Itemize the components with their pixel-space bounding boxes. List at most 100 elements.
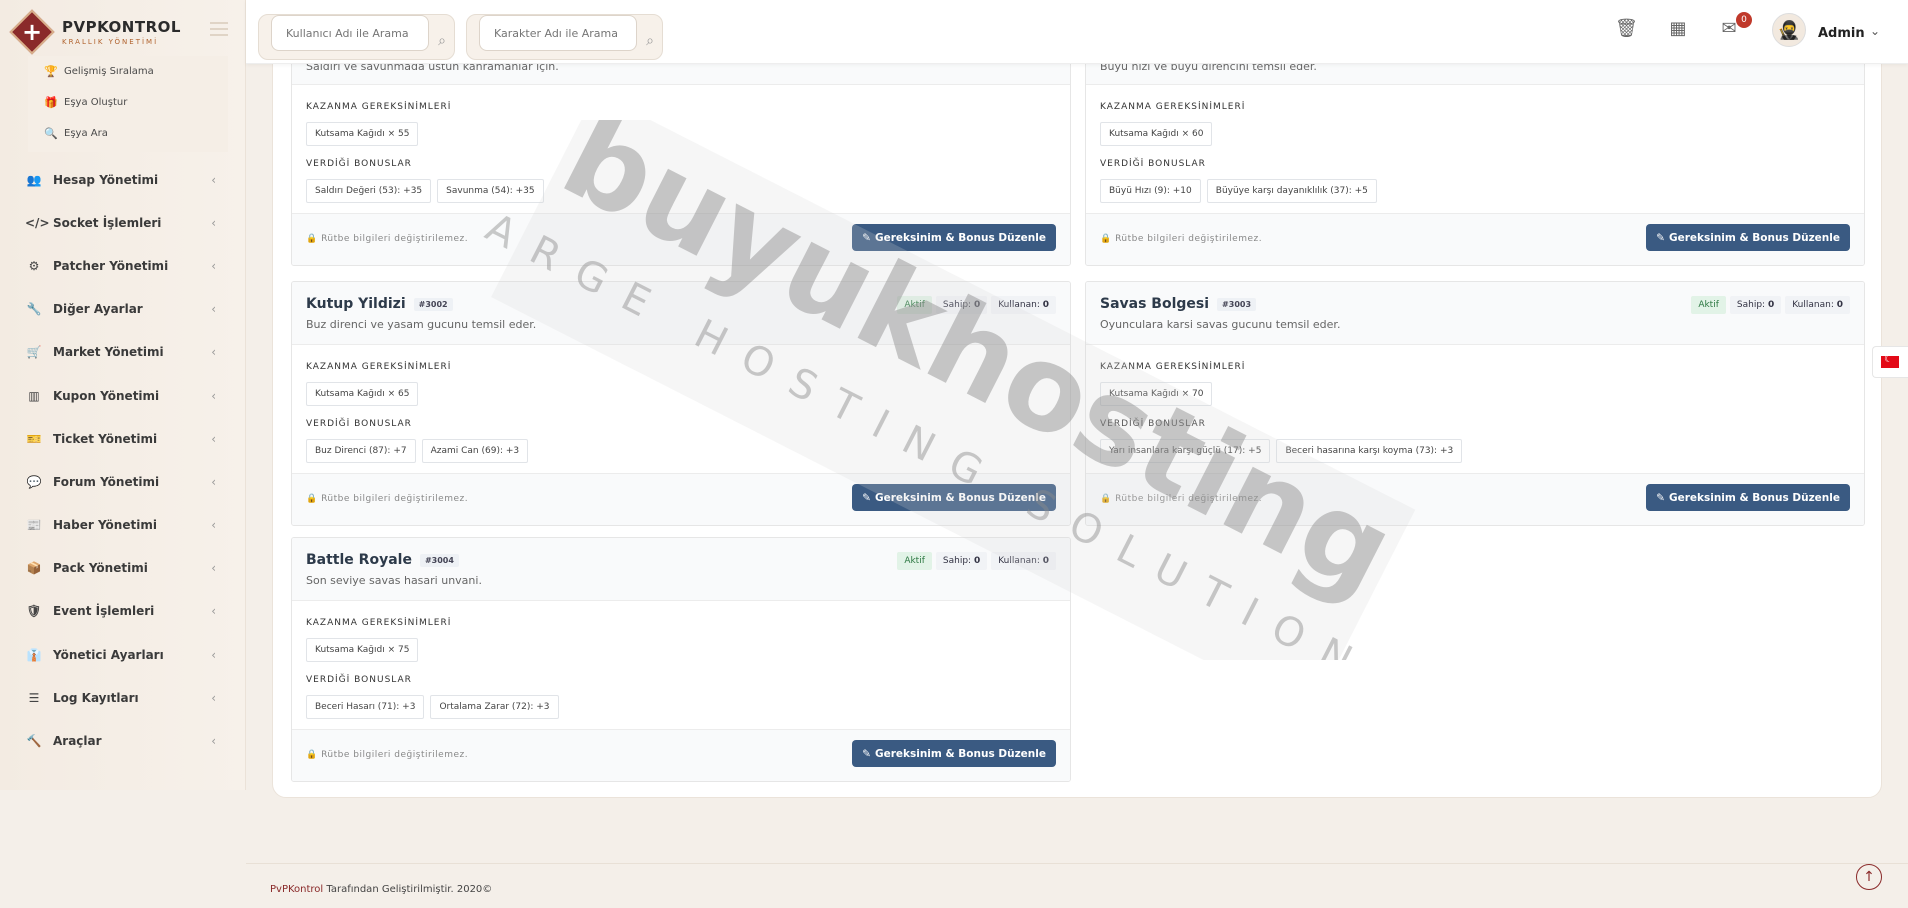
language-switcher[interactable] bbox=[1872, 346, 1908, 378]
character-search: ⌕ bbox=[466, 14, 663, 60]
card-description: Buz direnci ve yasam gucunu temsil eder. bbox=[306, 318, 537, 331]
avatar[interactable]: 🥷 bbox=[1772, 13, 1806, 47]
sidebar: + PVPKONTROL KRALLIK YÖNETİMİ 🏆 Gelişmiş… bbox=[0, 0, 246, 790]
requirement-tag: Kutsama Kağıdı × 70 bbox=[1100, 382, 1213, 406]
search-icon[interactable]: ⌕ bbox=[438, 33, 446, 49]
card-description: Son seviye savas hasari unvani. bbox=[306, 574, 482, 587]
card-footer: 🔒 Rütbe bilgileri değiştirilemez. ✎ Gere… bbox=[292, 473, 1070, 525]
edit-requirements-button[interactable]: ✎ Gereksinim & Bonus Düzenle bbox=[852, 224, 1056, 251]
nav-item-pack[interactable]: 📦 Pack Yönetimi ‹ bbox=[0, 547, 246, 590]
requirements-label: KAZANMA GEREKSİNİMLERİ bbox=[306, 618, 452, 628]
user-search-input[interactable] bbox=[271, 15, 429, 51]
code-icon: </> bbox=[25, 215, 50, 230]
card-header: Savas Bolgesi #3003 Oyunculara karsi sava… bbox=[1086, 282, 1864, 345]
nav-item-ticket[interactable]: 🎫 Ticket Yönetimi ‹ bbox=[0, 417, 246, 460]
nav-item-kupon[interactable]: ▥ Kupon Yönetimi ‹ bbox=[0, 374, 246, 417]
bonus-tag: Büyüye karşı dayanıklılık (37): +5 bbox=[1206, 179, 1377, 203]
card-footer: 🔒 Rütbe bilgileri değiştirilemez. ✎ Gere… bbox=[292, 213, 1070, 265]
card-id-badge: #3004 bbox=[419, 553, 459, 567]
nav-item-label: Log Kayıtları bbox=[53, 690, 139, 705]
bonus-tag: Azami Can (69): +3 bbox=[421, 439, 529, 463]
chevron-left-icon: ‹ bbox=[211, 172, 216, 187]
pack-icon: 📦 bbox=[26, 561, 42, 576]
nav-item-araclar[interactable]: 🔨 Araçlar ‹ bbox=[0, 719, 246, 762]
trophy-icon: 🏆 bbox=[44, 65, 58, 78]
barcode-icon: ▥ bbox=[28, 388, 40, 403]
subnav-item-siralama[interactable]: 🏆 Gelişmiş Sıralama bbox=[28, 56, 228, 87]
edit-requirements-button[interactable]: ✎ Gereksinim & Bonus Düzenle bbox=[852, 484, 1056, 511]
main-panel: Saldırı ve savunmada üstün kahramanlar i… bbox=[272, 21, 1882, 798]
nav-item-label: Market Yönetimi bbox=[53, 345, 164, 360]
card-header: Kutup Yildizi #3002 Buz direnci ve yasam … bbox=[292, 282, 1070, 345]
nav-item-label: Patcher Yönetimi bbox=[53, 258, 169, 273]
nav-item-event[interactable]: 🛡 Event İşlemleri ‹ bbox=[0, 590, 246, 633]
turkey-flag-icon bbox=[1881, 354, 1899, 368]
bonuses-list: Beceri Hasarı (71): +3 Ortalama Zarar (7… bbox=[306, 695, 559, 719]
nav-item-label: Forum Yönetimi bbox=[53, 474, 160, 489]
chevron-left-icon: ‹ bbox=[211, 215, 216, 230]
scroll-top-button[interactable]: ↑ bbox=[1856, 864, 1882, 890]
tools-icon: 🔨 bbox=[26, 734, 42, 749]
character-search-input[interactable] bbox=[479, 15, 637, 51]
top-header: ⌕ ⌕ 🗑 ▦ ✉ bbox=[246, 0, 1908, 64]
chevron-left-icon: ‹ bbox=[211, 388, 216, 403]
nav-item-label: Pack Yönetimi bbox=[53, 561, 148, 576]
nav-item-socket[interactable]: </> Socket İşlemleri ‹ bbox=[0, 201, 246, 244]
user-count: Kullanan: 0 bbox=[1785, 296, 1850, 314]
requirement-tag: Kutsama Kağıdı × 55 bbox=[306, 122, 419, 146]
user-count: Kullanan: 0 bbox=[991, 552, 1056, 570]
calendar-icon[interactable]: ▦ bbox=[1667, 18, 1689, 39]
requirements-list: Kutsama Kağıdı × 70 bbox=[1100, 382, 1213, 406]
requirements-label: KAZANMA GEREKSİNİMLERİ bbox=[306, 102, 452, 112]
nav-item-label: Diğer Ayarlar bbox=[53, 302, 143, 317]
edit-requirements-button[interactable]: ✎ Gereksinim & Bonus Düzenle bbox=[1646, 484, 1850, 511]
edit-requirements-button[interactable]: ✎ Gereksinim & Bonus Düzenle bbox=[852, 740, 1056, 767]
bonuses-label: VERDİĞİ BONUSLAR bbox=[306, 675, 412, 685]
requirements-label: KAZANMA GEREKSİNİMLERİ bbox=[1100, 102, 1246, 112]
search-icon[interactable]: ⌕ bbox=[646, 33, 654, 49]
nav-item-log[interactable]: ☰ Log Kayıtları ‹ bbox=[0, 676, 246, 719]
search-icon: 🔍 bbox=[44, 127, 58, 140]
chevron-left-icon: ‹ bbox=[211, 690, 216, 705]
owner-count: Sahip: 0 bbox=[935, 296, 988, 314]
user-tie-icon: 👔 bbox=[26, 647, 42, 662]
footer-brand[interactable]: PvPKontrol bbox=[270, 884, 323, 895]
nav-item-diger[interactable]: 🔧 Diğer Ayarlar ‹ bbox=[0, 288, 246, 331]
card-description: Oyunculara karsi savas gucunu temsil ede… bbox=[1100, 318, 1341, 331]
nav-item-forum[interactable]: 💬 Forum Yönetimi ‹ bbox=[0, 460, 246, 503]
chevron-down-icon[interactable]: ⌄ bbox=[1870, 24, 1880, 38]
nav-item-market[interactable]: 🛒 Market Yönetimi ‹ bbox=[0, 331, 246, 374]
subnav-item-esya-ara[interactable]: 🔍 Eşya Ara bbox=[28, 118, 228, 149]
chevron-left-icon: ‹ bbox=[211, 345, 216, 360]
subnav-item-label: Eşya Oluştur bbox=[64, 97, 128, 108]
requirements-label: KAZANMA GEREKSİNİMLERİ bbox=[1100, 362, 1246, 372]
menu-toggle-icon[interactable] bbox=[210, 22, 228, 36]
edit-requirements-button[interactable]: ✎ Gereksinim & Bonus Düzenle bbox=[1646, 224, 1850, 251]
brand-logo: + bbox=[9, 9, 55, 55]
status-badge: Aktif bbox=[897, 296, 932, 314]
bonus-tag: Savunma (54): +35 bbox=[437, 179, 544, 203]
user-search: ⌕ bbox=[258, 14, 455, 60]
lock-note: 🔒 Rütbe bilgileri değiştirilemez. bbox=[1100, 234, 1263, 244]
footer: PvPKontrol Tarafından Geliştirilmiştir. … bbox=[246, 863, 1908, 908]
subnav: 🏆 Gelişmiş Sıralama 🎁 Eşya Oluştur 🔍 Eşy… bbox=[28, 56, 228, 152]
owner-count: Sahip: 0 bbox=[1729, 296, 1782, 314]
patcher-icon: ⚙ bbox=[28, 258, 40, 273]
trash-icon[interactable]: 🗑 bbox=[1615, 18, 1638, 39]
nav-item-patcher[interactable]: ⚙ Patcher Yönetimi ‹ bbox=[0, 244, 246, 287]
card-id-badge: #3003 bbox=[1217, 297, 1257, 311]
bonus-tag: Yarı insanlara karşı güçlü (17): +5 bbox=[1100, 439, 1271, 463]
lock-note: 🔒 Rütbe bilgileri değiştirilemez. bbox=[306, 750, 469, 760]
nav-item-label: Kupon Yönetimi bbox=[53, 388, 160, 403]
subnav-item-esya-olustur[interactable]: 🎁 Eşya Oluştur bbox=[28, 87, 228, 118]
bonus-tag: Beceri hasarına karşı koyma (73): +3 bbox=[1276, 439, 1463, 463]
nav-item-hesap[interactable]: 👥 Hesap Yönetimi ‹ bbox=[0, 158, 246, 201]
nav-item-yonetici[interactable]: 👔 Yönetici Ayarları ‹ bbox=[0, 633, 246, 676]
nav-item-haber[interactable]: 📰 Haber Yönetimi ‹ bbox=[0, 504, 246, 547]
bonus-tag: Büyü Hızı (9): +10 bbox=[1100, 179, 1201, 203]
admin-name[interactable]: Admin bbox=[1818, 26, 1865, 41]
chevron-left-icon: ‹ bbox=[211, 647, 216, 662]
nav-item-label: Araçlar bbox=[53, 734, 102, 749]
main-nav: 👥 Hesap Yönetimi ‹ </> Socket İşlemleri ‹ ⚙ P… bbox=[0, 158, 246, 763]
card-title: Savas Bolgesi #3003 bbox=[1100, 296, 1257, 312]
